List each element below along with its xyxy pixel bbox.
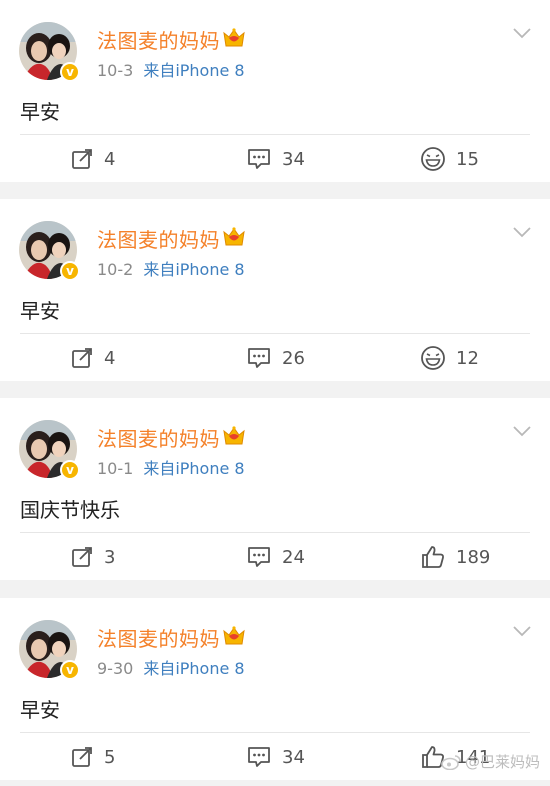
username[interactable]: 法图麦的妈妈 [97,423,220,452]
comment-count: 26 [282,347,305,369]
post-meta: 10-2 来自iPhone 8 [97,256,245,280]
like-button[interactable]: 12 [420,345,479,371]
post-source[interactable]: 来自iPhone 8 [143,459,244,478]
comment-icon [248,149,270,169]
comment-count: 24 [282,546,305,568]
comment-count: 34 [282,746,305,768]
repost-button[interactable]: 5 [70,744,115,770]
post-text: 早安 [20,299,60,323]
like-count: 12 [456,347,479,369]
member-crown-icon [223,426,245,445]
watermark: @巴莱妈妈 [441,751,540,772]
watermark-text: @巴莱妈妈 [464,753,540,771]
weibo-feed: v 法图麦的妈妈 10-3 来自iPhone 8 早安 4 34 15 v 法图… [0,0,550,786]
thumbs-up-icon [422,546,444,568]
member-crown-icon [223,28,245,47]
avatar[interactable]: v [19,620,80,680]
post-date: 10-1 [97,459,134,478]
comment-icon [248,547,270,567]
chevron-down-icon[interactable] [512,26,532,40]
post-source[interactable]: 来自iPhone 8 [143,659,244,678]
laugh-emoji-icon [421,147,445,171]
avatar[interactable]: v [19,22,80,82]
post-date: 9-30 [97,659,134,678]
like-count: 189 [456,546,491,568]
verified-badge-icon: v [60,62,80,82]
verified-badge-icon: v [60,261,80,281]
repost-count: 3 [104,546,116,568]
avatar[interactable]: v [19,420,80,480]
chevron-down-icon[interactable] [512,624,532,638]
post-text: 早安 [20,100,60,124]
username[interactable]: 法图麦的妈妈 [97,25,220,54]
laugh-emoji-icon [421,346,445,370]
repost-button[interactable]: 4 [70,146,115,172]
post-meta: 10-3 来自iPhone 8 [97,57,245,81]
post-card[interactable]: v 法图麦的妈妈 10-2 来自iPhone 8 早安 4 26 12 [0,199,550,381]
avatar[interactable]: v [19,221,80,281]
member-crown-icon [223,227,245,246]
post-meta: 9-30 来自iPhone 8 [97,655,245,679]
post-source[interactable]: 来自iPhone 8 [143,61,244,80]
post-source[interactable]: 来自iPhone 8 [143,260,244,279]
post-text: 早安 [20,698,60,722]
post-card[interactable]: v 法图麦的妈妈 10-3 来自iPhone 8 早安 4 34 15 [0,0,550,182]
comment-count: 34 [282,148,305,170]
post-date: 10-3 [97,61,134,80]
weibo-logo-icon [441,754,461,770]
post-card[interactable]: v 法图麦的妈妈 10-1 来自iPhone 8 国庆节快乐 3 24 189 [0,398,550,580]
username[interactable]: 法图麦的妈妈 [97,224,220,253]
username[interactable]: 法图麦的妈妈 [97,623,220,652]
repost-icon [72,747,92,767]
repost-icon [72,149,92,169]
post-meta: 10-1 来自iPhone 8 [97,455,245,479]
repost-count: 5 [104,746,116,768]
post-date: 10-2 [97,260,134,279]
action-bar: 4 34 15 [0,134,550,182]
chevron-down-icon[interactable] [512,424,532,438]
comment-icon [248,348,270,368]
action-bar: 4 26 12 [0,333,550,381]
comment-button[interactable]: 24 [246,544,305,570]
repost-count: 4 [104,347,116,369]
verified-badge-icon: v [60,460,80,480]
repost-count: 4 [104,148,116,170]
comment-icon [248,747,270,767]
like-button[interactable]: 15 [420,146,479,172]
chevron-down-icon[interactable] [512,225,532,239]
repost-button[interactable]: 4 [70,345,115,371]
member-crown-icon [223,626,245,645]
repost-button[interactable]: 3 [70,544,115,570]
comment-button[interactable]: 34 [246,744,305,770]
repost-icon [72,547,92,567]
verified-badge-icon: v [60,660,80,680]
like-count: 15 [456,148,479,170]
like-button[interactable]: 189 [420,544,490,570]
repost-icon [72,348,92,368]
comment-button[interactable]: 34 [246,146,305,172]
post-text: 国庆节快乐 [20,498,120,522]
action-bar: 3 24 189 [0,532,550,580]
comment-button[interactable]: 26 [246,345,305,371]
